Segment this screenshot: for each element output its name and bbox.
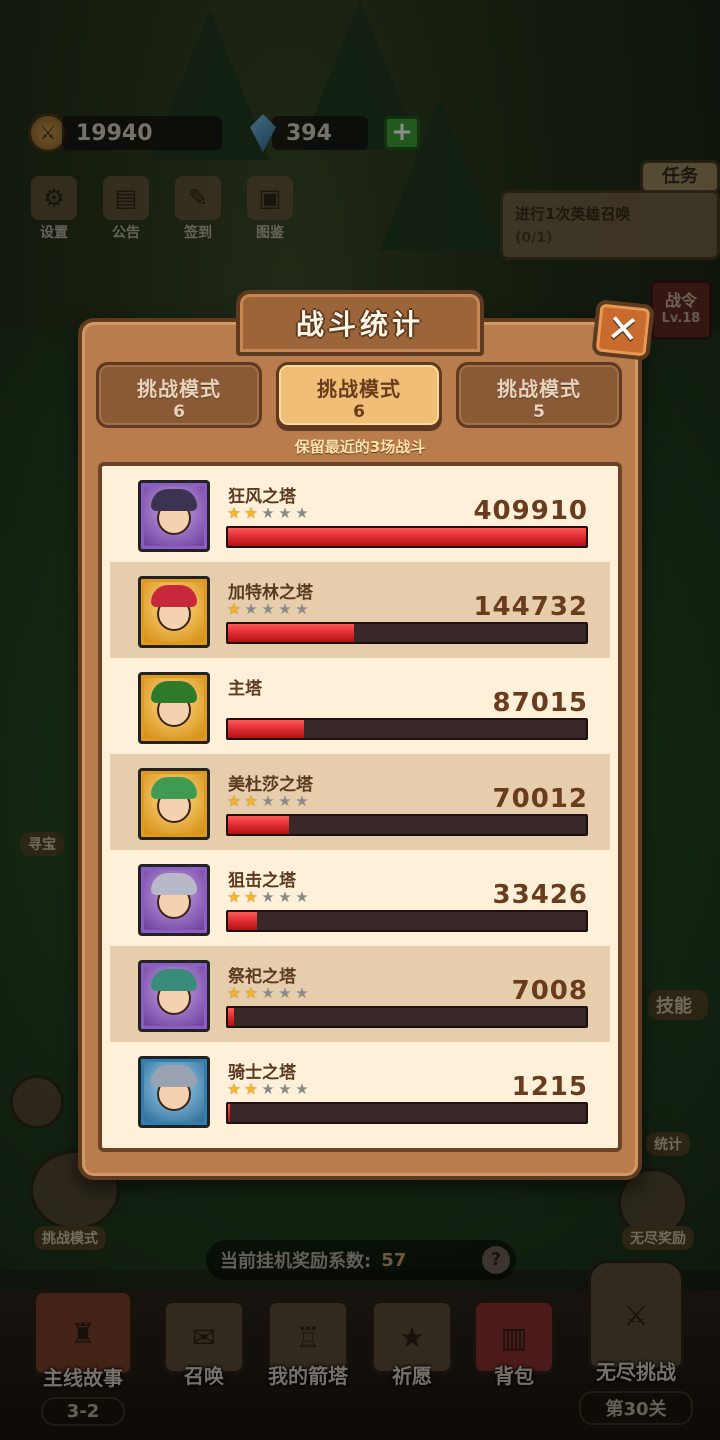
- damage-bar: [226, 1006, 588, 1028]
- damage-bar: [226, 718, 588, 740]
- close-button[interactable]: ✕: [591, 299, 655, 361]
- damage-bar-fill: [228, 1104, 231, 1122]
- star-icon: ★: [261, 600, 275, 618]
- damage-value: 1215: [511, 1072, 588, 1102]
- star-icon: ★: [278, 504, 292, 522]
- star-rating: ★ ★ ★ ★ ★: [226, 890, 310, 905]
- star-icon: ★: [244, 504, 258, 522]
- star-icon: ★: [244, 1080, 258, 1098]
- tower-stat-row: 骑士之塔 ★ ★ ★ ★ ★ 1215: [110, 1042, 610, 1138]
- damage-bar-fill: [228, 528, 586, 546]
- star-rating: ★ ★ ★ ★ ★: [226, 986, 310, 1001]
- star-icon: ★: [295, 792, 309, 810]
- damage-bar: [226, 526, 588, 548]
- damage-value: 70012: [492, 784, 588, 814]
- tower-portrait-icon: [138, 768, 210, 840]
- star-rating: ★ ★ ★ ★ ★: [226, 602, 310, 617]
- tower-stat-row: 祭祀之塔 ★ ★ ★ ★ ★ 7008: [110, 946, 610, 1042]
- star-icon: ★: [295, 504, 309, 522]
- tab-challenge-1[interactable]: 挑战模式 6: [96, 362, 262, 428]
- star-icon: ★: [244, 792, 258, 810]
- star-icon: ★: [261, 984, 275, 1002]
- star-icon: ★: [261, 888, 275, 906]
- tower-portrait-icon: [138, 864, 210, 936]
- tower-stat-row: 狙击之塔 ★ ★ ★ ★ ★ 33426: [110, 850, 610, 946]
- star-icon: ★: [261, 1080, 275, 1098]
- star-icon: ★: [278, 1080, 292, 1098]
- star-icon: ★: [295, 1080, 309, 1098]
- damage-bar: [226, 1102, 588, 1124]
- tower-stat-row: 美杜莎之塔 ★ ★ ★ ★ ★ 70012: [110, 754, 610, 850]
- tower-portrait-icon: [138, 576, 210, 648]
- damage-bar: [226, 910, 588, 932]
- damage-bar-fill: [228, 720, 304, 738]
- star-icon: ★: [261, 504, 275, 522]
- tower-portrait-icon: [138, 672, 210, 744]
- tower-portrait-icon: [138, 480, 210, 552]
- star-icon: ★: [227, 504, 241, 522]
- star-icon: ★: [295, 984, 309, 1002]
- tower-portrait-icon: [138, 960, 210, 1032]
- damage-bar-fill: [228, 624, 355, 642]
- star-icon: ★: [244, 600, 258, 618]
- star-icon: ★: [244, 984, 258, 1002]
- damage-value: 33426: [492, 880, 588, 910]
- star-icon: ★: [227, 888, 241, 906]
- star-icon: ★: [278, 888, 292, 906]
- damage-bar: [226, 814, 588, 836]
- tower-stat-row: 加特林之塔 ★ ★ ★ ★ ★ 144732: [110, 562, 610, 658]
- tower-stat-row: 主塔 87015: [110, 658, 610, 754]
- damage-bar-fill: [228, 816, 290, 834]
- tower-portrait-icon: [138, 1056, 210, 1128]
- tab-challenge-3[interactable]: 挑战模式 5: [456, 362, 622, 428]
- damage-bar-fill: [228, 912, 258, 930]
- star-icon: ★: [227, 792, 241, 810]
- star-icon: ★: [227, 600, 241, 618]
- star-icon: ★: [227, 984, 241, 1002]
- star-icon: ★: [244, 888, 258, 906]
- star-icon: ★: [278, 600, 292, 618]
- retention-hint: 保留最近的3场战斗: [294, 438, 426, 456]
- damage-value: 7008: [511, 976, 588, 1006]
- damage-value: 409910: [473, 496, 588, 526]
- star-icon: ★: [295, 888, 309, 906]
- dialog-title: 战斗统计: [295, 308, 424, 341]
- dialog-title-plate: 战斗统计: [236, 290, 484, 356]
- damage-bar: [226, 622, 588, 644]
- star-rating: ★ ★ ★ ★ ★: [226, 506, 310, 521]
- star-rating: ★ ★ ★ ★ ★: [226, 794, 310, 809]
- damage-bar-fill: [228, 1008, 235, 1026]
- star-icon: ★: [278, 984, 292, 1002]
- tower-stat-row: 狂风之塔 ★ ★ ★ ★ ★ 409910: [110, 466, 610, 562]
- star-icon: ★: [295, 600, 309, 618]
- close-x-icon: ✕: [604, 305, 642, 353]
- tower-name: 主塔: [228, 679, 262, 699]
- tower-damage-list[interactable]: 狂风之塔 ★ ★ ★ ★ ★ 409910 加特林之塔 ★ ★ ★ ★ ★ 144732 主塔 87015 美杜…: [98, 462, 622, 1152]
- tab-challenge-2[interactable]: 挑战模式 6: [276, 362, 442, 428]
- star-icon: ★: [261, 792, 275, 810]
- damage-value: 144732: [473, 592, 588, 622]
- star-icon: ★: [278, 792, 292, 810]
- damage-value: 87015: [492, 688, 588, 718]
- star-rating: ★ ★ ★ ★ ★: [226, 1082, 310, 1097]
- star-icon: ★: [227, 1080, 241, 1098]
